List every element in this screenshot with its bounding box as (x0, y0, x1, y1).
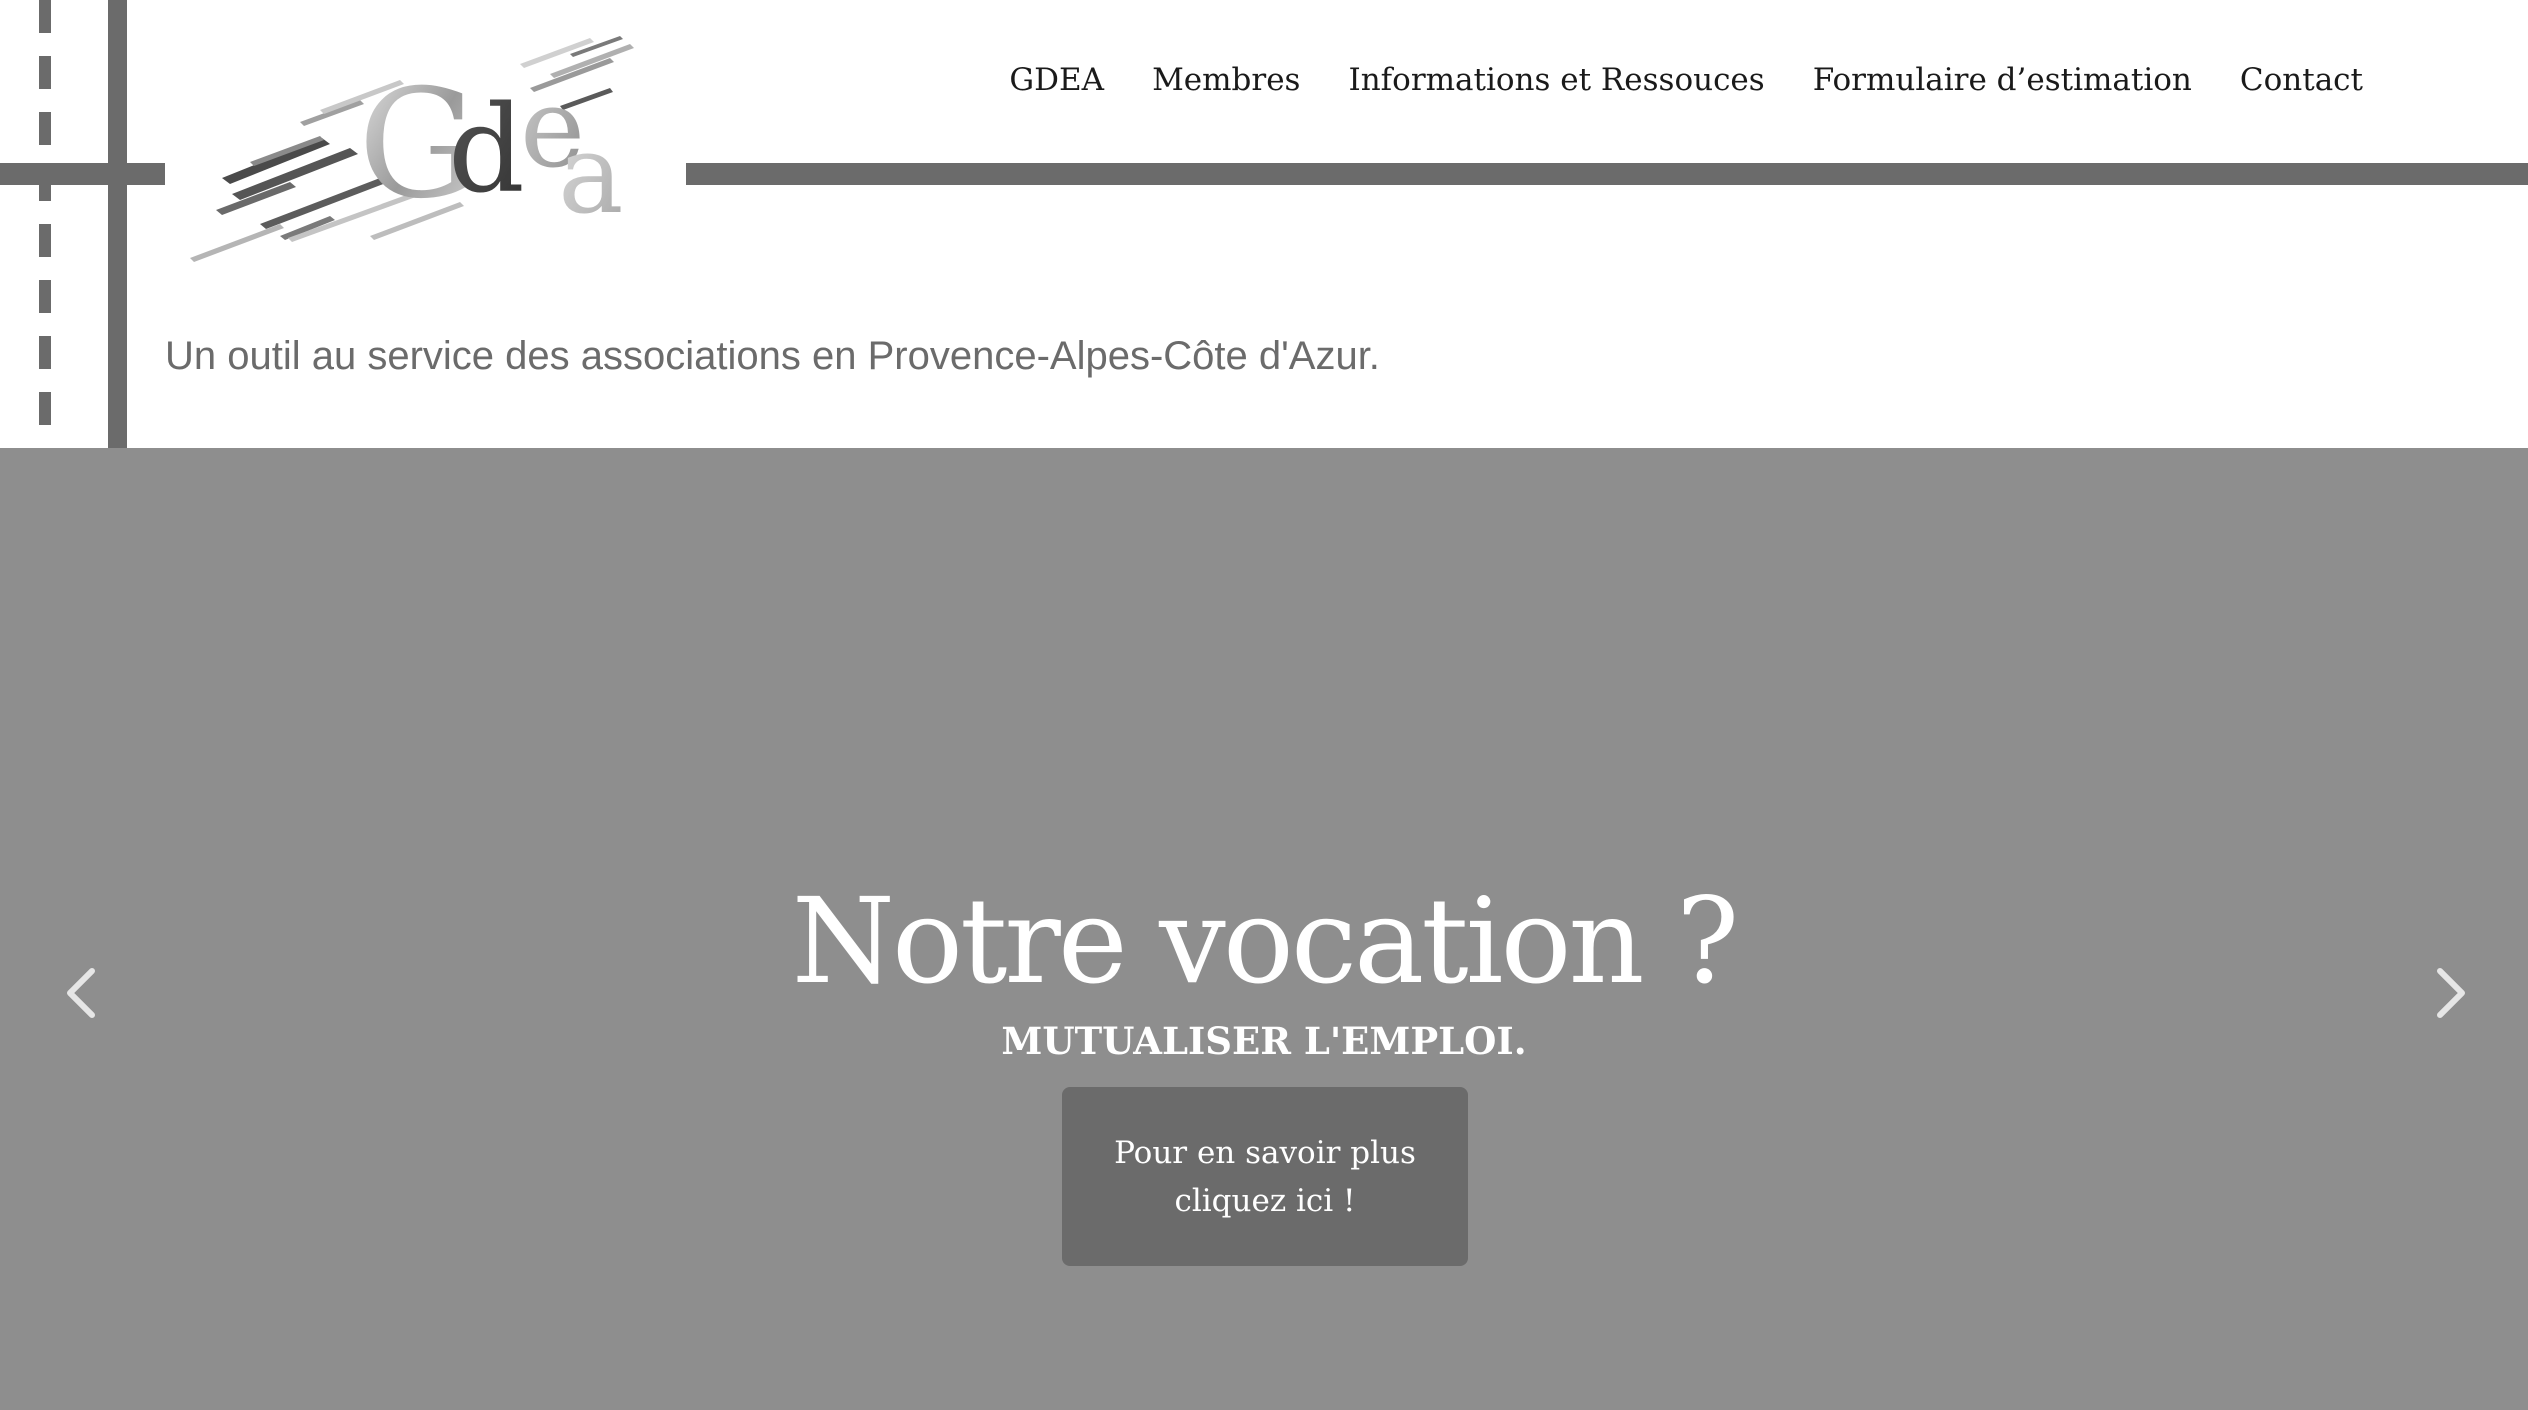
site-header: G d e a GDEA Membres Informations et Res… (0, 0, 2528, 448)
site-logo[interactable]: G d e a (170, 26, 670, 286)
decorative-dashed-line (39, 0, 51, 448)
main-nav: GDEA Membres Informations et Ressouces F… (1009, 55, 2363, 105)
page: G d e a GDEA Membres Informations et Res… (0, 0, 2528, 1410)
nav-item-contact[interactable]: Contact (2240, 55, 2363, 105)
nav-item-informations[interactable]: Informations et Ressouces (1348, 55, 1764, 105)
svg-text:a: a (558, 110, 624, 238)
chevron-right-icon (2437, 968, 2465, 1018)
hero-title: Notre vocation ? (791, 872, 1740, 1010)
hero-subtitle: MUTUALISER L'EMPLOI. (1001, 1019, 1527, 1063)
logo-graphic: G d e a (190, 36, 634, 262)
decorative-horizontal-line-left (0, 163, 165, 185)
nav-item-membres[interactable]: Membres (1152, 55, 1300, 105)
hero-slider: Notre vocation ? MUTUALISER L'EMPLOI. Po… (0, 448, 2528, 1410)
decorative-vertical-line (108, 0, 127, 448)
learn-more-button[interactable]: Pour en savoir plus cliquez ici ! (1062, 1087, 1468, 1266)
svg-text:d: d (448, 81, 525, 220)
site-tagline: Un outil au service des associations en … (165, 334, 1380, 378)
nav-item-gdea[interactable]: GDEA (1009, 55, 1104, 105)
nav-item-formulaire[interactable]: Formulaire d’estimation (1813, 55, 2192, 105)
slider-next-button[interactable] (2420, 948, 2480, 1038)
decorative-horizontal-line-right (686, 163, 2528, 185)
